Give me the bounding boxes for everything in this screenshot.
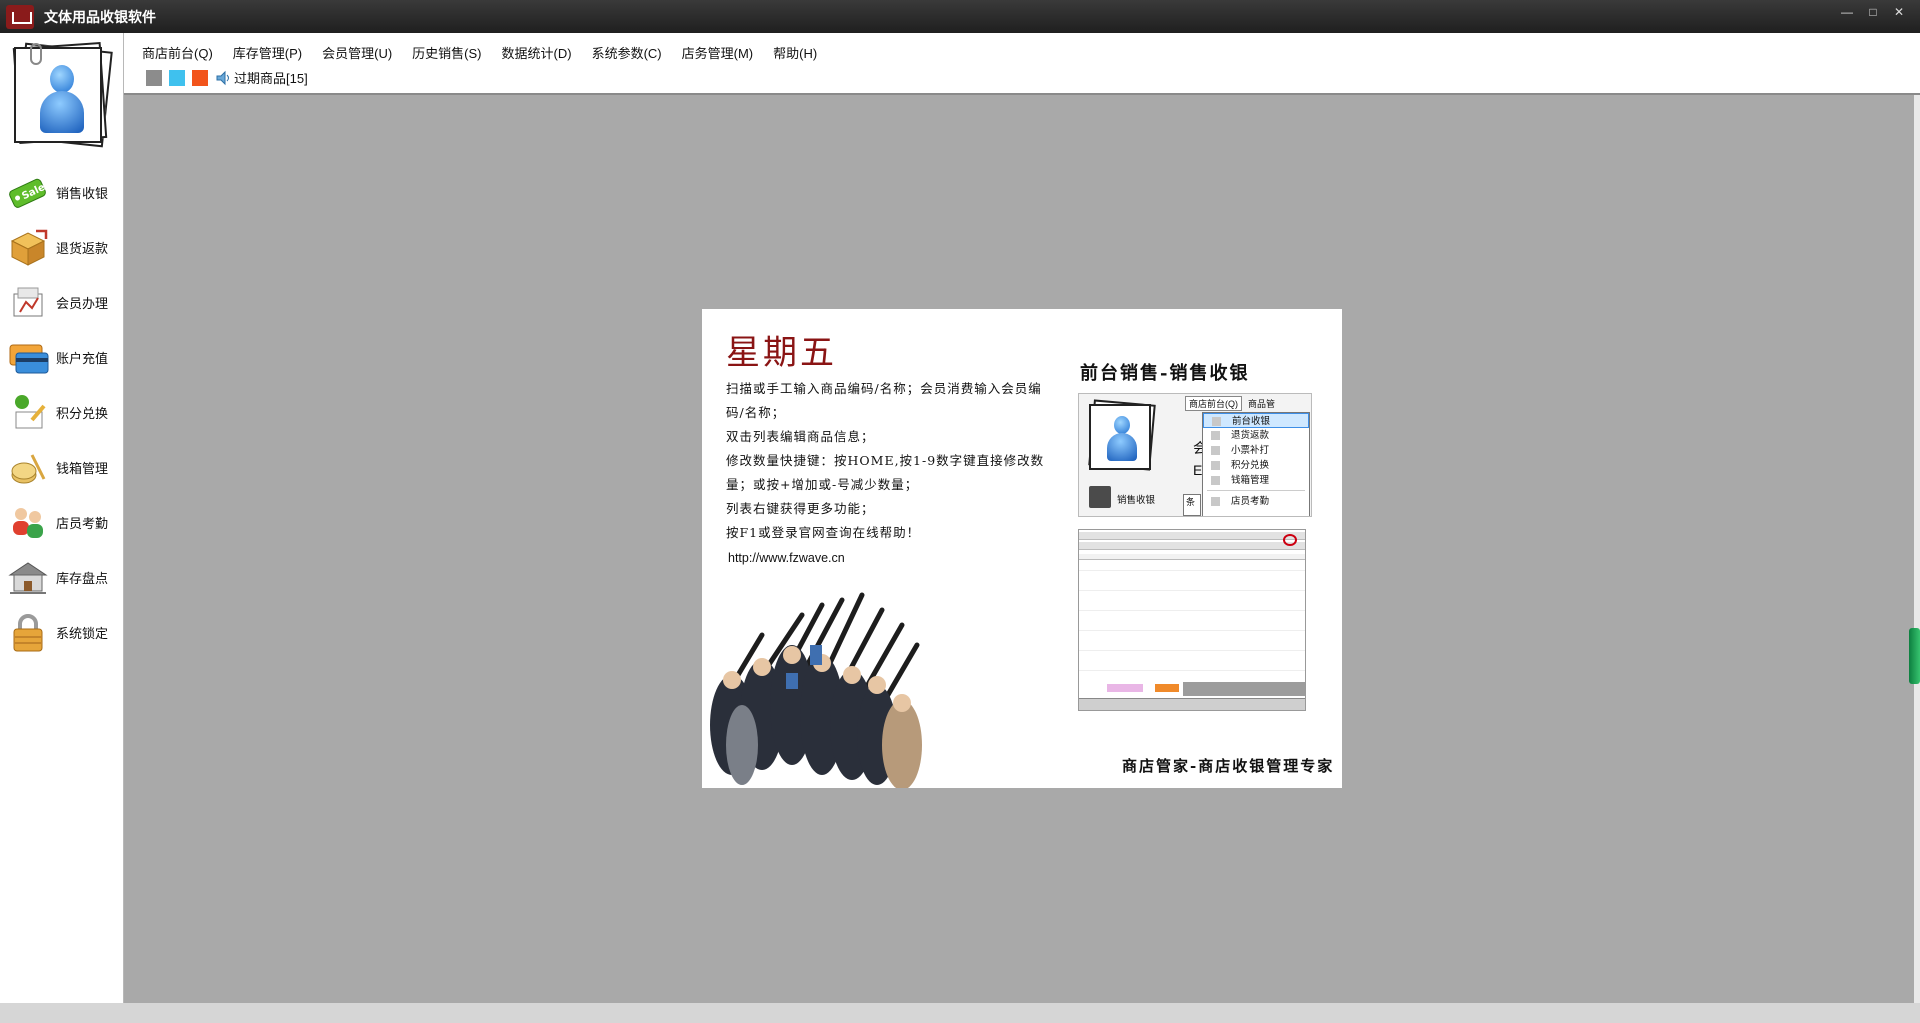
staff-attendance-icon <box>6 500 50 544</box>
tip-item: 扫描或手工输入商品编码/名称；会员消费输入会员编码/名称； <box>726 381 1042 420</box>
weekday-label: 星期五 <box>726 333 837 373</box>
section-title: 前台销售-销售收银 <box>1080 363 1250 384</box>
blue-theme-swatch[interactable] <box>169 69 185 86</box>
preview-logo-icon <box>1283 534 1297 546</box>
sidebar-item-label: 账户充值 <box>56 350 109 366</box>
welcome-card: 星期五 扫描或手工输入商品编码/名称；会员消费输入会员编码/名称； 双击列表编辑… <box>702 309 1342 790</box>
gray-theme-swatch[interactable] <box>146 69 162 86</box>
menu-inventory[interactable]: 库存管理(P) <box>223 41 312 64</box>
preview-dropdown: 前台收银 退货返款 小票补打 积分兑换 钱箱管理 店员考勤 <box>1202 412 1310 516</box>
toolbar: 过期商品[15] <box>146 68 308 87</box>
tip-item: 双击列表编辑商品信息； <box>726 429 875 444</box>
sidebar-item-label: 库存盘点 <box>56 570 109 586</box>
sales-screen-preview-image <box>1078 529 1306 711</box>
preview-menubar: 商店前台(Q) 商品管 <box>1185 395 1311 411</box>
preview-dropdown-item: 前台收银 <box>1203 413 1309 428</box>
crowd-pointing-image <box>702 585 974 790</box>
sidebar-item-recharge[interactable]: 账户充值 <box>6 333 118 381</box>
sidebar-item-label: 退货返款 <box>56 240 109 256</box>
scrollbar-track[interactable] <box>1914 95 1920 1003</box>
main-header: 商店前台(Q) 库存管理(P) 会员管理(U) 历史销售(S) 数据统计(D) … <box>124 33 1920 95</box>
points-exchange-icon <box>6 390 50 434</box>
minimize-button[interactable]: — <box>1836 3 1858 21</box>
sidebar-item-lock[interactable]: 系统锁定 <box>6 608 118 656</box>
cash-box-icon <box>6 445 50 489</box>
menu-preview-image: 销售收银 商店前台(Q) 商品管 会 E 条 前台收银 退货返款 小票补打 积分… <box>1078 393 1312 517</box>
sidebar-item-label: 系统锁定 <box>56 625 109 641</box>
preview-menu-storefront: 商店前台(Q) <box>1185 395 1242 411</box>
sale-tag-icon: Sale <box>6 170 50 214</box>
window-controls: — □ ✕ <box>1836 3 1910 21</box>
tip-item: 修改数量快捷键：按HOME,按1-9数字键直接修改数量；或按+增加或-号减少数量… <box>726 453 1045 492</box>
sidebar-item-points[interactable]: 积分兑换 <box>6 388 118 436</box>
preview-menu-goods: 商品管 <box>1248 398 1276 409</box>
tip-item: 按F1或登录官网查询在线帮助！ <box>726 525 921 540</box>
sidebar-item-member[interactable]: 会员办理 <box>6 278 118 326</box>
menu-members[interactable]: 会员管理(U) <box>312 41 402 64</box>
sidebar-item-label: 钱箱管理 <box>56 460 109 476</box>
member-card-icon <box>6 280 50 324</box>
title-bar: 文体用品收银软件 — □ ✕ <box>0 0 1920 33</box>
sidebar-item-label: 销售收银 <box>56 185 109 201</box>
scrollbar-thumb[interactable] <box>1909 628 1920 684</box>
sidebar-item-attendance[interactable]: 店员考勤 <box>6 498 118 546</box>
sidebar-item-returns[interactable]: 退货返款 <box>6 223 118 271</box>
sidebar-item-label: 店员考勤 <box>56 515 109 531</box>
sidebar: Sale 销售收银 退货返款 会员办理 账户充值 积分兑换 钱箱管理 店员考勤 … <box>0 33 124 1003</box>
sidebar-item-sales[interactable]: Sale 销售收银 <box>6 168 118 216</box>
slogan: 商店管家-商店收银管理专家 <box>1122 757 1335 775</box>
preview-dropdown-item: 小票补打 <box>1203 443 1309 458</box>
menu-help[interactable]: 帮助(H) <box>763 41 827 64</box>
user-avatar-icon[interactable] <box>12 42 113 148</box>
preview-dropdown-item: 钱箱管理 <box>1203 473 1309 488</box>
expired-goods-link[interactable]: 过期商品[15] <box>234 68 308 87</box>
preview-dropdown-item: 积分兑换 <box>1203 458 1309 473</box>
menu-sales-history[interactable]: 历史销售(S) <box>402 41 491 64</box>
sidebar-item-cashbox[interactable]: 钱箱管理 <box>6 443 118 491</box>
orange-theme-swatch[interactable] <box>192 69 208 86</box>
preview-avatar-icon <box>1087 399 1157 474</box>
sidebar-item-inventory[interactable]: 库存盘点 <box>6 553 118 601</box>
return-box-icon <box>6 225 50 269</box>
preview-cash-register-icon <box>1089 486 1111 508</box>
padlock-icon <box>6 610 50 654</box>
menu-statistics[interactable]: 数据统计(D) <box>492 41 582 64</box>
menu-storefront[interactable]: 商店前台(Q) <box>132 41 223 64</box>
app-logo-icon <box>6 4 34 29</box>
tip-item: 列表右键获得更多功能； <box>726 501 875 516</box>
tips-list: 扫描或手工输入商品编码/名称；会员消费输入会员编码/名称； 双击列表编辑商品信息… <box>726 377 1056 545</box>
maximize-button[interactable]: □ <box>1862 3 1884 21</box>
warehouse-icon <box>6 555 50 599</box>
preview-fragment: 条 <box>1183 494 1201 516</box>
menu-bar: 商店前台(Q) 库存管理(P) 会员管理(U) 历史销售(S) 数据统计(D) … <box>132 41 827 64</box>
sidebar-item-label: 会员办理 <box>56 295 109 311</box>
menu-system-params[interactable]: 系统参数(C) <box>582 41 672 64</box>
window-title: 文体用品收银软件 <box>44 8 156 25</box>
preview-cash-label: 销售收银 <box>1117 495 1156 506</box>
credit-card-icon <box>6 335 50 379</box>
preview-dropdown-item: 店员考勤 <box>1203 494 1309 509</box>
close-button[interactable]: ✕ <box>1888 3 1910 21</box>
sidebar-item-label: 积分兑换 <box>56 405 109 421</box>
speaker-icon[interactable] <box>215 70 231 86</box>
preview-dropdown-item: 退货返款 <box>1203 428 1309 443</box>
website-url[interactable]: http://www.fzwave.cn <box>728 551 845 565</box>
menu-store-management[interactable]: 店务管理(M) <box>672 41 764 64</box>
